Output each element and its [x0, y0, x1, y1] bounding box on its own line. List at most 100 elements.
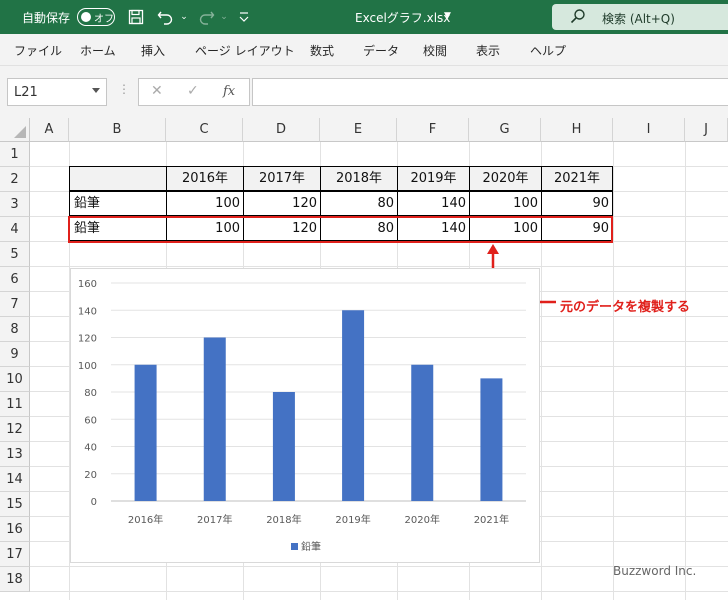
tab-review[interactable]: 校閲: [423, 42, 447, 59]
y-tick-label: 60: [84, 415, 97, 426]
row-header-3[interactable]: 3: [0, 192, 30, 217]
row-header-14[interactable]: 14: [0, 467, 30, 492]
tab-home[interactable]: ホーム: [80, 42, 116, 59]
row-header-7[interactable]: 7: [0, 292, 30, 317]
row-header-12[interactable]: 12: [0, 417, 30, 442]
column-header-f[interactable]: F: [397, 118, 469, 142]
customize-toolbar-icon[interactable]: [233, 6, 255, 28]
row-header-5[interactable]: 5: [0, 242, 30, 267]
chart-bar: [134, 364, 157, 501]
column-header-g[interactable]: G: [469, 118, 541, 142]
chart-bar: [411, 364, 434, 501]
annotation-text: 元のデータを複製する: [560, 300, 691, 315]
column-header-j[interactable]: J: [685, 118, 728, 142]
file-name[interactable]: Excelグラフ.xlsx: [355, 9, 450, 26]
cell-d3[interactable]: 120: [243, 191, 321, 216]
formula-input[interactable]: [252, 78, 728, 106]
column-header-i[interactable]: I: [613, 118, 685, 142]
chevron-down-icon[interactable]: [92, 88, 100, 93]
enter-icon[interactable]: ✓: [187, 83, 199, 99]
y-tick-label: 120: [78, 334, 97, 345]
cell-g2[interactable]: 2020年: [469, 166, 542, 191]
legend-label: 鉛筆: [301, 540, 321, 553]
column-header-a[interactable]: A: [30, 118, 69, 142]
y-tick-label: 80: [84, 388, 97, 399]
row-header-16[interactable]: 16: [0, 517, 30, 542]
row-header-15[interactable]: 15: [0, 492, 30, 517]
watermark: Buzzword Inc.: [613, 564, 697, 578]
tab-insert[interactable]: 挿入: [141, 42, 165, 59]
cell-c3[interactable]: 100: [166, 191, 244, 216]
cell-g3[interactable]: 100: [469, 191, 542, 216]
arrow-head: [487, 244, 499, 254]
tab-view[interactable]: 表示: [476, 42, 500, 59]
cell-e3[interactable]: 80: [320, 191, 398, 216]
gridline: [613, 142, 614, 600]
row-header-18[interactable]: 18: [0, 567, 30, 592]
row-header-13[interactable]: 13: [0, 442, 30, 467]
autosave-state: オフ: [94, 14, 114, 25]
autosave-toggle[interactable]: オフ: [77, 8, 115, 26]
toggle-knob: [81, 12, 91, 22]
chart-bar: [203, 337, 226, 501]
tab-formulas[interactable]: 数式: [310, 42, 334, 59]
chart-bar: [480, 378, 503, 501]
worksheet-grid[interactable]: A B C D E F G H I J 1 2 3 4 5 6 7 8 9 10…: [0, 118, 728, 600]
row-header-8[interactable]: 8: [0, 317, 30, 342]
cell-e2[interactable]: 2018年: [320, 166, 398, 191]
row-header-9[interactable]: 9: [0, 342, 30, 367]
cell-h3[interactable]: 90: [541, 191, 613, 216]
title-bar: 自動保存 オフ ⌄ ⌄ Excelグラフ.xlsx ▼ 検索 (Alt+Q): [0, 0, 728, 34]
select-all-corner[interactable]: [0, 118, 30, 142]
x-tick-label: 2020年: [405, 513, 440, 526]
tab-data[interactable]: データ: [363, 42, 399, 59]
tab-help[interactable]: ヘルプ: [530, 42, 566, 59]
row-header-6[interactable]: 6: [0, 267, 30, 292]
search-box[interactable]: 検索 (Alt+Q): [552, 4, 728, 30]
x-tick-label: 2021年: [474, 513, 509, 526]
y-tick-label: 140: [78, 306, 97, 317]
save-icon[interactable]: [125, 6, 147, 28]
cell-f2[interactable]: 2019年: [397, 166, 470, 191]
cell-c2[interactable]: 2016年: [166, 166, 244, 191]
cell-d2[interactable]: 2017年: [243, 166, 321, 191]
x-tick-label: 2017年: [197, 513, 232, 526]
bar-chart[interactable]: 0 20 40 60 80 100 120 140 160 2016年 2017年 2018年 2019…: [70, 268, 540, 563]
gridline: [30, 591, 728, 592]
tab-file[interactable]: ファイル: [14, 42, 62, 59]
gridline: [685, 142, 686, 600]
x-tick-label: 2019年: [335, 513, 370, 526]
column-header-e[interactable]: E: [320, 118, 397, 142]
row-header-11[interactable]: 11: [0, 392, 30, 417]
cell-h2[interactable]: 2021年: [541, 166, 613, 191]
y-tick-label: 0: [91, 497, 97, 508]
column-header-h[interactable]: H: [541, 118, 613, 142]
search-label: 検索 (Alt+Q): [602, 12, 675, 26]
insert-function-icon[interactable]: fx: [223, 84, 235, 99]
undo-dropdown-icon[interactable]: ⌄: [173, 6, 195, 28]
y-tick-label: 100: [78, 361, 97, 372]
legend-swatch: [291, 543, 298, 550]
redo-dropdown-icon[interactable]: ⌄: [213, 6, 235, 28]
more-options-icon[interactable]: ⋮: [118, 82, 130, 96]
ribbon-tabs: ファイル ホーム 挿入 ページ レイアウト 数式 データ 校閲 表示 ヘルプ: [0, 34, 728, 66]
cell-f3[interactable]: 140: [397, 191, 470, 216]
column-header-b[interactable]: B: [69, 118, 166, 142]
cancel-icon[interactable]: ✕: [151, 83, 163, 99]
cell-b2[interactable]: [69, 166, 167, 191]
column-header-c[interactable]: C: [166, 118, 243, 142]
row-header-2[interactable]: 2: [0, 167, 30, 192]
column-header-d[interactable]: D: [243, 118, 320, 142]
select-all-icon: [14, 126, 26, 138]
row-header-10[interactable]: 10: [0, 367, 30, 392]
tab-page-layout[interactable]: ページ レイアウト: [195, 42, 295, 59]
filename-dropdown-icon[interactable]: ▼: [444, 11, 451, 21]
y-tick-label: 40: [84, 443, 97, 454]
row-header-17[interactable]: 17: [0, 542, 30, 567]
formula-buttons: ✕ ✓ fx: [138, 78, 250, 106]
cell-b3[interactable]: 鉛筆: [69, 191, 167, 216]
chart-bar: [272, 392, 295, 501]
row-header-4[interactable]: 4: [0, 217, 30, 242]
row-header-1[interactable]: 1: [0, 142, 30, 167]
name-box[interactable]: L21: [7, 78, 107, 106]
